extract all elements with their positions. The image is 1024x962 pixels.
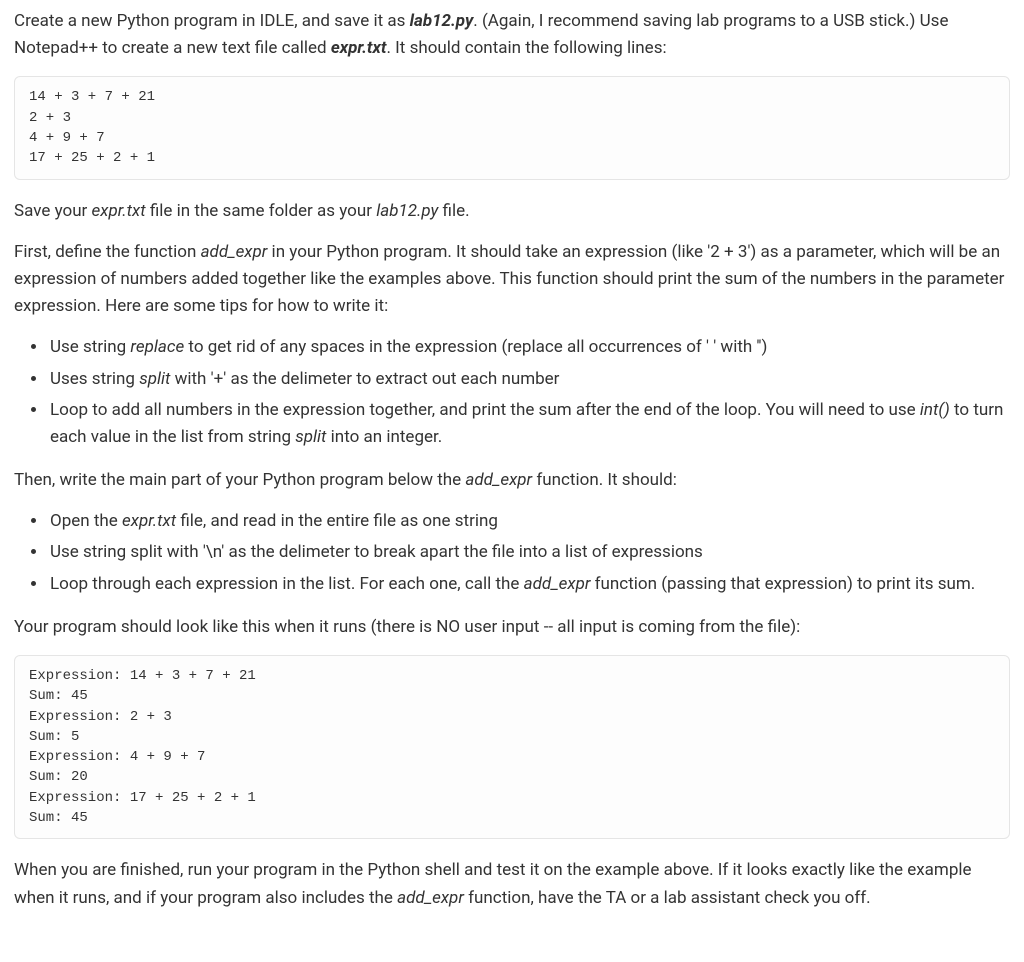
list-item: Use string split with '\n' as the delime… (48, 539, 1010, 566)
text: Save your (14, 201, 92, 221)
text: function (passing that expression) to pr… (590, 574, 975, 594)
save-paragraph: Save your expr.txt file in the same fold… (14, 198, 1010, 225)
text: function, have the TA or a lab assistant… (464, 888, 871, 908)
keyword-split: split (139, 369, 170, 389)
main-steps-list: Open the expr.txt file, and read in the … (14, 508, 1010, 598)
text: file in the same folder as your (146, 201, 377, 221)
output-intro-paragraph: Your program should look like this when … (14, 614, 1010, 641)
text: First, define the function (14, 242, 201, 262)
list-item: Use string replace to get rid of any spa… (48, 334, 1010, 361)
text: into an integer. (326, 427, 442, 447)
function-name: add_expr (201, 242, 268, 262)
function-name: add_expr (397, 888, 464, 908)
filename-lab12: lab12.py (376, 201, 438, 221)
code-block-output: Expression: 14 + 3 + 7 + 21 Sum: 45 Expr… (14, 655, 1010, 839)
text: file. (438, 201, 469, 221)
main-part-paragraph: Then, write the main part of your Python… (14, 467, 1010, 494)
list-item: Loop through each expression in the list… (48, 571, 1010, 598)
text: Loop through each expression in the list… (50, 574, 524, 594)
keyword-replace: replace (130, 337, 184, 357)
text: Create a new Python program in IDLE, and… (14, 11, 410, 31)
define-function-paragraph: First, define the function add_expr in y… (14, 239, 1010, 321)
keyword-split: split (295, 427, 326, 447)
tips-list: Use string replace to get rid of any spa… (14, 334, 1010, 451)
text: Loop to add all numbers in the expressio… (50, 400, 920, 420)
text: . It should contain the following lines: (386, 38, 666, 58)
list-item: Open the expr.txt file, and read in the … (48, 508, 1010, 535)
text: Uses string (50, 369, 139, 389)
function-name: add_expr (465, 470, 532, 490)
keyword-int: int() (920, 400, 950, 420)
filename-expr: expr.txt (331, 38, 387, 58)
text: Use string split with '\n' as the delime… (50, 542, 703, 562)
function-name: add_expr (524, 574, 591, 594)
text: Then, write the main part of your Python… (14, 470, 465, 490)
closing-paragraph: When you are finished, run your program … (14, 857, 1010, 911)
code-block-expr-contents: 14 + 3 + 7 + 21 2 + 3 4 + 9 + 7 17 + 25 … (14, 76, 1010, 179)
text: Open the (50, 511, 122, 531)
list-item: Uses string split with '+' as the delime… (48, 366, 1010, 393)
text: file, and read in the entire file as one… (176, 511, 498, 531)
list-item: Loop to add all numbers in the expressio… (48, 397, 1010, 451)
text: function. It should: (532, 470, 677, 490)
filename-lab12: lab12.py (410, 11, 474, 31)
intro-paragraph: Create a new Python program in IDLE, and… (14, 8, 1010, 62)
text: to get rid of any spaces in the expressi… (184, 337, 767, 357)
text: with '+' as the delimeter to extract out… (170, 369, 559, 389)
filename-expr: expr.txt (92, 201, 146, 221)
text: Use string (50, 337, 130, 357)
filename-expr: expr.txt (122, 511, 176, 531)
